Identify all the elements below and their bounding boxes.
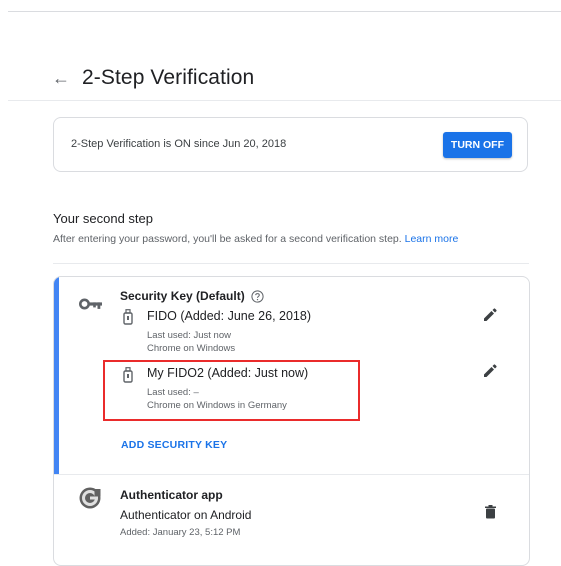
key-icon xyxy=(79,297,103,315)
authenticator-title: Authenticator app xyxy=(120,488,223,502)
security-key-title: Security Key (Default) xyxy=(120,289,264,303)
turn-off-button[interactable]: TURN OFF xyxy=(442,132,512,158)
status-card: 2-Step Verification is ON since Jun 20, … xyxy=(53,117,528,172)
default-method-accent-bar xyxy=(54,277,59,474)
second-step-description-text: After entering your password, you'll be … xyxy=(53,233,402,245)
page-title: 2-Step Verification xyxy=(82,66,255,89)
header-divider xyxy=(8,100,561,101)
status-text: 2-Step Verification is ON since Jun 20, … xyxy=(71,138,287,150)
verification-methods-card: Security Key (Default) FIDO (Added: June… xyxy=(53,276,530,566)
security-key-name: FIDO (Added: June 26, 2018) xyxy=(147,309,311,323)
method-divider xyxy=(54,474,529,475)
highlight-box xyxy=(103,360,360,421)
section-divider xyxy=(53,263,529,264)
pencil-icon[interactable] xyxy=(483,308,497,327)
add-security-key-button[interactable]: ADD SECURITY KEY xyxy=(121,439,227,451)
authenticator-device: Authenticator on Android xyxy=(120,508,252,522)
security-key-title-text: Security Key (Default) xyxy=(120,289,245,303)
trash-icon[interactable] xyxy=(485,505,496,524)
pencil-icon[interactable] xyxy=(483,364,497,383)
security-key-device: Chrome on Windows xyxy=(147,343,236,354)
help-circle-icon[interactable] xyxy=(251,289,264,303)
usb-key-icon xyxy=(123,309,133,330)
second-step-description: After entering your password, you'll be … xyxy=(53,233,458,245)
top-divider xyxy=(8,11,561,12)
google-authenticator-icon xyxy=(79,487,101,514)
authenticator-added: Added: January 23, 5:12 PM xyxy=(120,527,241,538)
learn-more-link[interactable]: Learn more xyxy=(405,233,459,245)
arrow-left-icon[interactable]: ← xyxy=(52,66,76,90)
security-key-last-used: Last used: Just now xyxy=(147,330,231,341)
second-step-title: Your second step xyxy=(53,211,153,226)
page-header: ← 2-Step Verification xyxy=(52,66,254,90)
